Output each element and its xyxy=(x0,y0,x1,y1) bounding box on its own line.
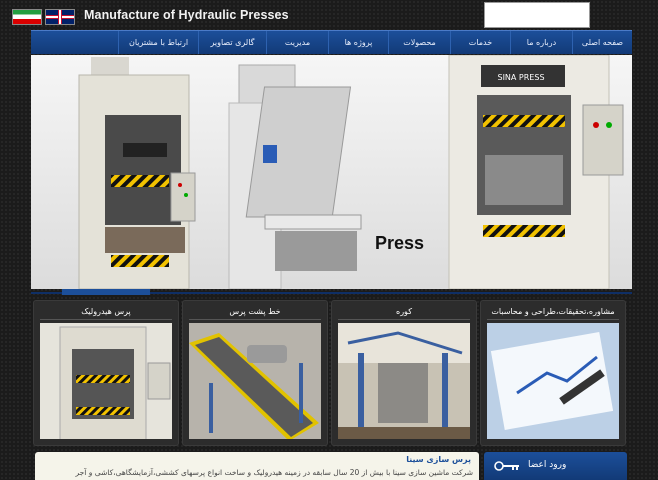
member-login[interactable]: ورود اعضا xyxy=(484,452,627,480)
about-title: پرس سازی سینا xyxy=(406,455,471,464)
main-nav: صفحه اصلی درباره ما خدمات محصولات پروژه … xyxy=(31,30,632,54)
panel-title: مشاوره،تحقیقات،طراحی و محاسبات xyxy=(487,305,619,320)
panel-image xyxy=(338,323,470,439)
panel-consulting[interactable]: مشاوره،تحقیقات،طراحی و محاسبات xyxy=(480,300,626,446)
key-icon xyxy=(494,461,519,471)
panel-furnace[interactable]: کوره xyxy=(331,300,477,446)
uk-flag-icon[interactable] xyxy=(45,9,75,25)
nav-item-management[interactable]: مدیریت xyxy=(266,31,328,54)
panel-image xyxy=(487,323,619,439)
panel-hydraulic-press[interactable]: پرس هیدرولیک xyxy=(33,300,179,446)
brand-title: Manufacture of Hydraulic Presses xyxy=(84,8,289,22)
machine-badge: SINA PRESS xyxy=(497,73,544,82)
panel-conveyor-line[interactable]: خط پشت پرس xyxy=(182,300,328,446)
slider-indicator[interactable] xyxy=(62,289,150,295)
panel-image xyxy=(40,323,172,439)
nav-item-gallery[interactable]: گالری تصاویر xyxy=(198,31,266,54)
panel-title: کوره xyxy=(338,305,470,320)
iran-flag-icon[interactable] xyxy=(12,9,42,25)
about-text: شرکت ماشین سازی سینا با بیش از 20 سال سا… xyxy=(75,468,473,477)
nav-item-about[interactable]: درباره ما xyxy=(510,31,572,54)
member-login-label: ورود اعضا xyxy=(528,460,567,470)
hydraulic-press-illustration: SINA PRESS xyxy=(31,55,632,289)
nav-item-projects[interactable]: پروژه ها xyxy=(328,31,388,54)
nav-item-home[interactable]: صفحه اصلی xyxy=(572,31,632,54)
about-section: پرس سازی سینا شرکت ماشین سازی سینا با بی… xyxy=(35,452,479,480)
hero-banner: SINA PRESS Press xyxy=(31,55,632,289)
nav-item-products[interactable]: محصولات xyxy=(388,31,450,54)
panel-title: خط پشت پرس xyxy=(189,305,321,320)
top-bar: Manufacture of Hydraulic Presses xyxy=(0,0,658,30)
press-label: Press xyxy=(375,233,425,253)
nav-item-services[interactable]: خدمات xyxy=(450,31,510,54)
nav-item-contact[interactable]: ارتباط با مشتریان xyxy=(118,31,198,54)
panel-image xyxy=(189,323,321,439)
panel-title: پرس هیدرولیک xyxy=(40,305,172,320)
search-input[interactable] xyxy=(484,2,590,28)
